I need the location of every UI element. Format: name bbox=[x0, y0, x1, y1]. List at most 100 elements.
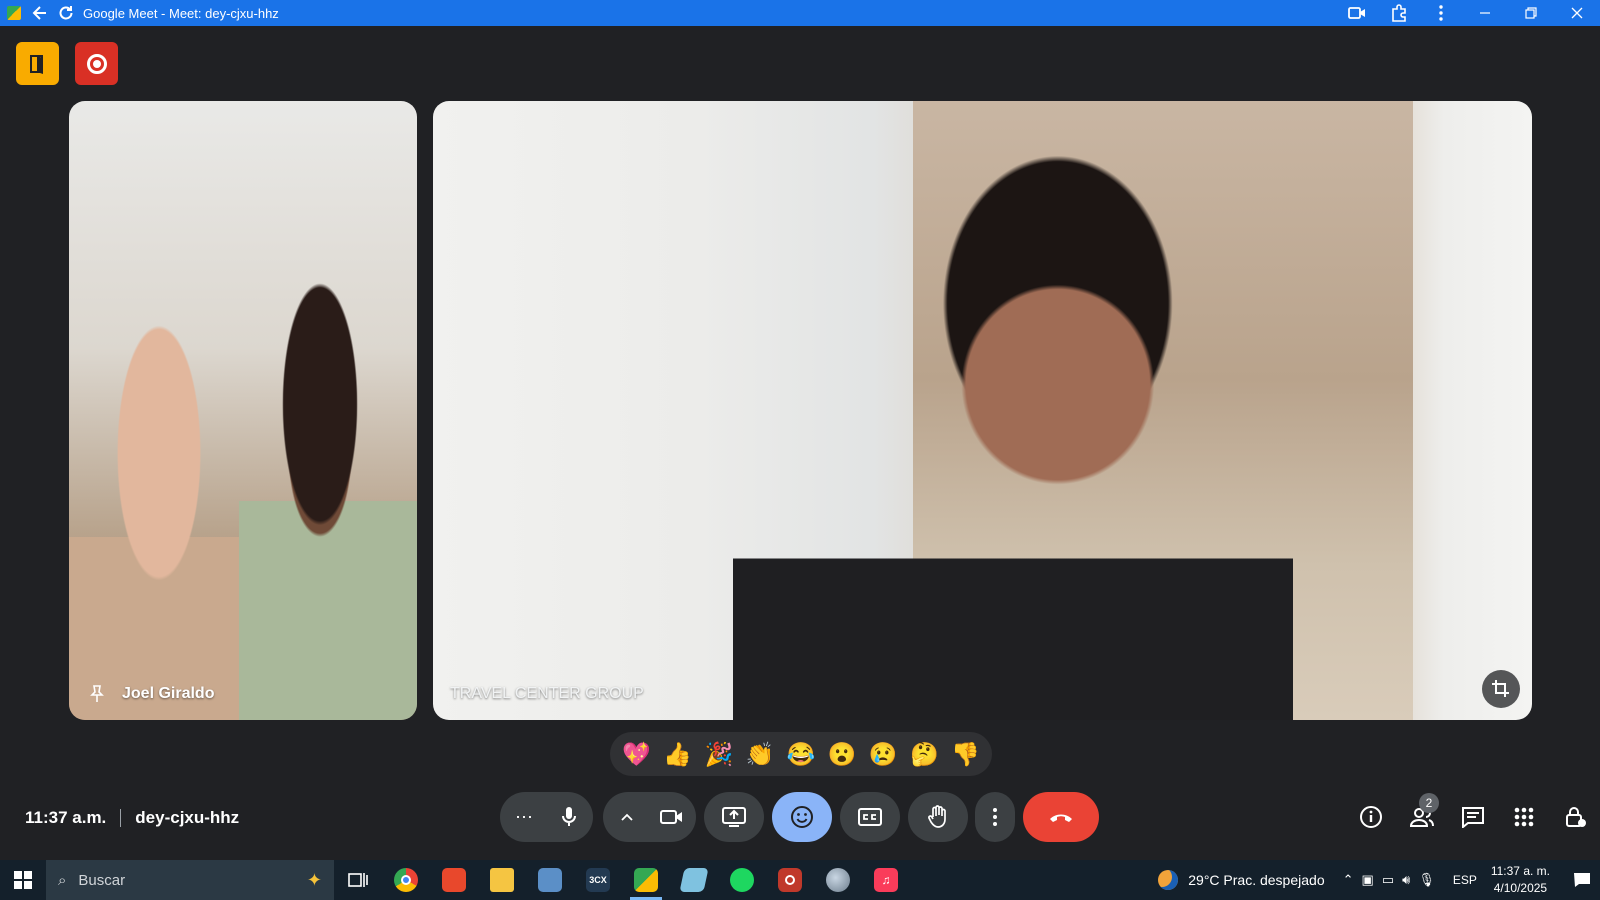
spotify-icon bbox=[730, 868, 754, 892]
reaction-thinking[interactable]: 🤔 bbox=[905, 735, 943, 773]
weather-moon-icon bbox=[1158, 870, 1179, 890]
file-explorer-app[interactable] bbox=[478, 860, 526, 900]
start-button[interactable] bbox=[0, 860, 46, 900]
captions-icon bbox=[858, 808, 882, 826]
microphone-button[interactable] bbox=[547, 792, 592, 842]
reaction-party[interactable]: 🎉 bbox=[700, 735, 738, 773]
search-placeholder: Buscar bbox=[78, 871, 126, 889]
microphone-tray-icon[interactable]: 🎙︎ bbox=[1418, 872, 1435, 888]
crop-icon[interactable] bbox=[1482, 670, 1520, 708]
google-meet-app[interactable] bbox=[622, 860, 670, 900]
chrome-icon bbox=[394, 868, 418, 892]
spotify-app[interactable] bbox=[718, 860, 766, 900]
door-icon bbox=[29, 54, 43, 74]
title-bar: Google Meet - Meet: dey-cjxu-hhz bbox=[0, 0, 1600, 26]
taskbar-clock[interactable]: 11:37 a. m. 4/10/2025 bbox=[1491, 863, 1550, 897]
reaction-clap[interactable]: 👏 bbox=[741, 735, 779, 773]
restore-icon[interactable] bbox=[1508, 0, 1554, 26]
music-icon: ♫ bbox=[874, 868, 898, 892]
pin-icon[interactable] bbox=[87, 684, 107, 704]
video-options-button[interactable] bbox=[605, 792, 650, 842]
kebab-menu-icon[interactable] bbox=[1420, 0, 1462, 26]
network-icon[interactable]: ▭ bbox=[1382, 872, 1394, 888]
hand-icon bbox=[928, 805, 946, 828]
chevron-up-icon bbox=[621, 813, 633, 821]
3cx-app[interactable]: 3CX bbox=[574, 860, 622, 900]
recorder-app[interactable] bbox=[766, 860, 814, 900]
reaction-thumbs-down[interactable]: 👎 bbox=[946, 735, 984, 773]
audio-options-button[interactable]: ⋯ bbox=[502, 792, 547, 842]
record-icon bbox=[86, 53, 107, 74]
chevron-up-icon[interactable]: ⌃ bbox=[1343, 872, 1354, 888]
globe-app[interactable] bbox=[814, 860, 862, 900]
extensions-icon[interactable] bbox=[1378, 0, 1420, 26]
reactions-bar: 💖 👍 🎉 👏 😂 😮 😢 🤔 👎 bbox=[610, 732, 992, 776]
music-app[interactable]: ♫ bbox=[862, 860, 910, 900]
participant-video bbox=[239, 281, 417, 720]
present-screen-button[interactable] bbox=[704, 792, 764, 842]
notes-app[interactable] bbox=[670, 860, 718, 900]
folder-icon bbox=[490, 868, 514, 892]
meeting-details-button[interactable] bbox=[1345, 795, 1396, 839]
chrome-app[interactable] bbox=[382, 860, 430, 900]
close-icon[interactable] bbox=[1554, 0, 1600, 26]
meeting-info: 11:37 a.m. dey-cjxu-hhz bbox=[25, 807, 239, 829]
participant-tile[interactable]: Joel Giraldo bbox=[69, 101, 417, 720]
participant-tile[interactable]: TRAVEL CENTER GROUP bbox=[433, 101, 1532, 720]
meeting-code: dey-cjxu-hhz bbox=[135, 808, 240, 827]
reaction-laugh[interactable]: 😂 bbox=[782, 735, 820, 773]
reaction-surprised[interactable]: 😮 bbox=[823, 735, 861, 773]
captions-button[interactable] bbox=[840, 792, 900, 842]
reaction-thumbs-up[interactable]: 👍 bbox=[659, 735, 697, 773]
meet-tray-icon[interactable]: ▣ bbox=[1362, 872, 1374, 888]
activities-button[interactable] bbox=[1498, 795, 1549, 839]
calculator-icon bbox=[538, 868, 562, 892]
notifications-button[interactable] bbox=[1564, 860, 1600, 900]
participant-video bbox=[733, 141, 1293, 720]
chat-icon bbox=[1461, 807, 1484, 828]
office-app[interactable] bbox=[430, 860, 478, 900]
weather-widget[interactable]: 29°C Prac. despejado bbox=[1158, 870, 1325, 890]
taskbar-search[interactable]: ⌕ Buscar ✦ bbox=[46, 860, 334, 900]
volume-icon[interactable]: 🔊︎ bbox=[1402, 872, 1410, 888]
calculator-app[interactable] bbox=[526, 860, 574, 900]
participant-name: Joel Giraldo bbox=[122, 685, 215, 702]
more-options-button[interactable] bbox=[975, 792, 1015, 842]
sparkle-icon: ✦ bbox=[306, 869, 322, 890]
people-button[interactable]: 2 bbox=[1396, 793, 1447, 839]
notes-icon bbox=[679, 868, 709, 892]
minimize-icon[interactable] bbox=[1462, 0, 1508, 26]
language-indicator[interactable]: ESP bbox=[1453, 873, 1477, 887]
host-controls-button[interactable] bbox=[1549, 795, 1600, 839]
camera-toolbar-icon[interactable] bbox=[1336, 0, 1378, 26]
meet-window: Google Meet - Meet: dey-cjxu-hhz Joel Gi… bbox=[0, 0, 1600, 900]
reaction-sad[interactable]: 😢 bbox=[864, 735, 902, 773]
reload-icon[interactable] bbox=[53, 0, 79, 26]
reaction-heart[interactable]: 💖 bbox=[618, 735, 656, 773]
back-arrow-icon[interactable] bbox=[27, 0, 53, 26]
hang-up-icon bbox=[1050, 814, 1072, 822]
raise-hand-button[interactable] bbox=[908, 792, 968, 842]
recorder-icon bbox=[778, 868, 802, 892]
microphone-icon bbox=[562, 807, 576, 826]
weather-text: 29°C Prac. despejado bbox=[1188, 872, 1325, 888]
leave-call-button[interactable] bbox=[1023, 792, 1099, 842]
search-icon: ⌕ bbox=[58, 871, 67, 889]
participant-name: TRAVEL CENTER GROUP bbox=[450, 685, 644, 702]
reactions-button[interactable] bbox=[772, 792, 832, 842]
meet-app-icon bbox=[7, 6, 21, 20]
task-view-button[interactable] bbox=[334, 860, 382, 900]
info-icon bbox=[1359, 806, 1382, 828]
clock-date: 4/10/2025 bbox=[1493, 881, 1548, 895]
host-controls-badge[interactable] bbox=[16, 42, 59, 85]
task-view-icon bbox=[348, 873, 368, 887]
lock-person-icon bbox=[1565, 807, 1586, 827]
notification-icon bbox=[1574, 873, 1590, 887]
chat-button[interactable] bbox=[1447, 795, 1498, 839]
audio-control-group: ⋯ bbox=[500, 792, 593, 842]
present-icon bbox=[722, 807, 746, 827]
camera-button[interactable] bbox=[650, 792, 695, 842]
window-title: Google Meet - Meet: dey-cjxu-hhz bbox=[83, 5, 279, 21]
emoji-icon bbox=[791, 806, 813, 828]
recording-badge[interactable] bbox=[75, 42, 118, 85]
